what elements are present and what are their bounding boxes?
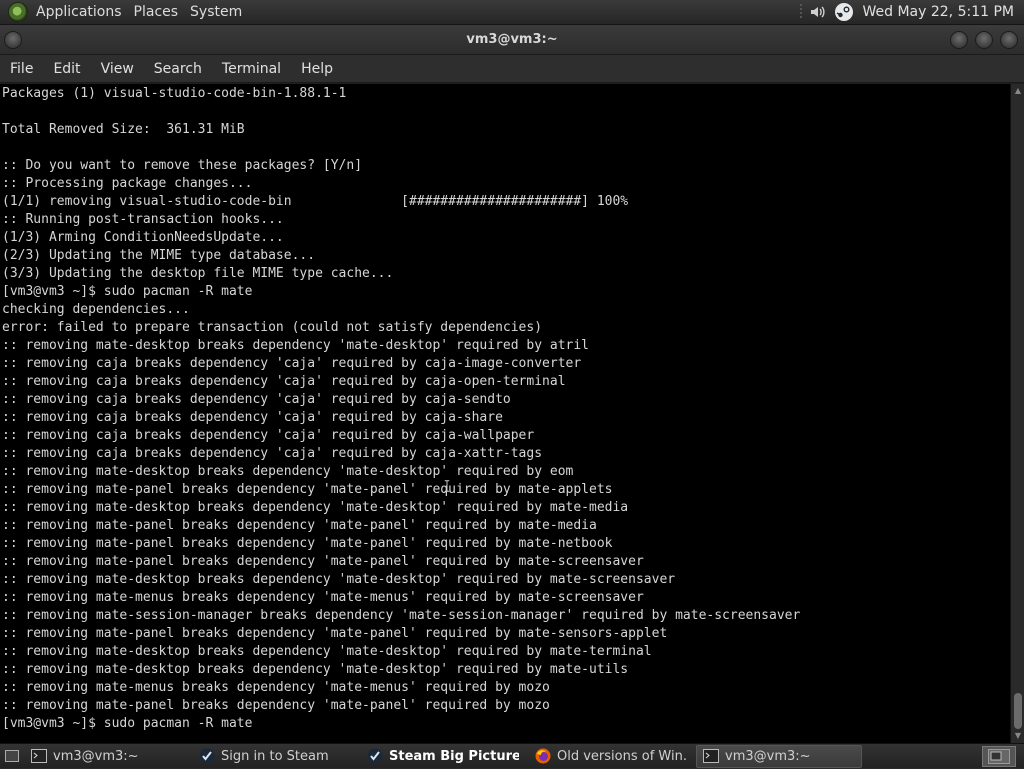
- terminal-line: (2/3) Updating the MIME type database...: [2, 247, 1010, 265]
- terminal-line: (1/1) removing visual-studio-code-bin [#…: [2, 193, 1010, 211]
- terminal-line: :: removing mate-panel breaks dependency…: [2, 535, 1010, 553]
- mate-logo-icon[interactable]: [8, 2, 28, 22]
- close-button[interactable]: [1000, 31, 1018, 49]
- task-steam-signin[interactable]: Sign in to Steam: [192, 745, 358, 768]
- terminal-line: [2, 139, 1010, 157]
- terminal-line: :: removing mate-desktop breaks dependen…: [2, 499, 1010, 517]
- task-label: Old versions of Win...: [557, 749, 687, 764]
- terminal-line: [2, 103, 1010, 121]
- menu-edit[interactable]: Edit: [43, 55, 90, 83]
- terminal-icon: [703, 748, 719, 764]
- clock[interactable]: Wed May 22, 5:11 PM: [857, 4, 1024, 20]
- scroll-down-icon[interactable]: ▼: [1013, 731, 1023, 741]
- terminal-output[interactable]: Packages (1) visual-studio-code-bin-1.88…: [0, 84, 1010, 743]
- terminal-line: error: failed to prepare transaction (co…: [2, 319, 1010, 337]
- terminal-line: :: removing mate-session-manager breaks …: [2, 607, 1010, 625]
- task-label: Steam Big Picture ...: [389, 749, 519, 764]
- terminal-window: vm3@vm3:~ File Edit View Search Terminal…: [0, 25, 1024, 743]
- places-menu[interactable]: Places: [130, 0, 187, 25]
- text-cursor-icon: [444, 478, 450, 494]
- menubar: File Edit View Search Terminal Help: [0, 55, 1024, 83]
- volume-icon[interactable]: [808, 2, 828, 22]
- terminal-line: :: removing mate-desktop breaks dependen…: [2, 337, 1010, 355]
- system-tray: Wed May 22, 5:11 PM: [797, 0, 1024, 25]
- task-label: vm3@vm3:~: [53, 749, 139, 764]
- scrollbar-thumb[interactable]: [1014, 693, 1022, 729]
- system-menu[interactable]: System: [186, 0, 250, 25]
- top-panel: Applications Places System Wed May 22, 5…: [0, 0, 1024, 25]
- terminal-line: :: Processing package changes...: [2, 175, 1010, 193]
- terminal-line: :: removing mate-panel breaks dependency…: [2, 517, 1010, 535]
- terminal-line: :: removing mate-desktop breaks dependen…: [2, 463, 1010, 481]
- terminal-line: :: removing mate-menus breaks dependency…: [2, 679, 1010, 697]
- menu-view[interactable]: View: [91, 55, 144, 83]
- maximize-button[interactable]: [975, 31, 993, 49]
- menu-file[interactable]: File: [0, 55, 43, 83]
- terminal-line: [vm3@vm3 ~]$ sudo pacman -R mate: [2, 715, 1010, 733]
- terminal-line: :: Do you want to remove these packages?…: [2, 157, 1010, 175]
- terminal-line: (3/3) Updating the desktop file MIME typ…: [2, 265, 1010, 283]
- task-firefox[interactable]: Old versions of Win...: [528, 745, 694, 768]
- terminal-line: :: removing caja breaks dependency 'caja…: [2, 409, 1010, 427]
- terminal-line: :: removing mate-desktop breaks dependen…: [2, 643, 1010, 661]
- steam-icon: [199, 748, 215, 764]
- terminal-line: :: removing mate-panel breaks dependency…: [2, 553, 1010, 571]
- terminal-line: :: removing mate-panel breaks dependency…: [2, 625, 1010, 643]
- task-terminal-2[interactable]: vm3@vm3:~: [696, 745, 862, 768]
- tray-separator: [800, 4, 802, 20]
- terminal-line: :: removing mate-panel breaks dependency…: [2, 481, 1010, 499]
- show-desktop-icon: [5, 750, 19, 762]
- workspace-icon: [988, 749, 1010, 764]
- steam-tray-icon[interactable]: [834, 2, 854, 22]
- terminal-line: Total Removed Size: 361.31 MiB: [2, 121, 1010, 139]
- terminal-line: [vm3@vm3 ~]$ sudo pacman -R mate: [2, 283, 1010, 301]
- terminal-line: :: removing caja breaks dependency 'caja…: [2, 391, 1010, 409]
- menu-help[interactable]: Help: [291, 55, 343, 83]
- terminal-line: :: removing caja breaks dependency 'caja…: [2, 373, 1010, 391]
- workspace-switcher[interactable]: [982, 746, 1016, 767]
- terminal-line: :: removing mate-panel breaks dependency…: [2, 697, 1010, 715]
- menu-terminal[interactable]: Terminal: [212, 55, 291, 83]
- applications-menu[interactable]: Applications: [32, 0, 130, 25]
- terminal-line: (1/3) Arming ConditionNeedsUpdate...: [2, 229, 1010, 247]
- minimize-button[interactable]: [950, 31, 968, 49]
- terminal-line: :: removing mate-desktop breaks dependen…: [2, 661, 1010, 679]
- firefox-icon: [535, 748, 551, 764]
- terminal-scrollbar[interactable]: ▲ ▼: [1010, 84, 1024, 743]
- scroll-up-icon[interactable]: ▲: [1013, 86, 1023, 96]
- task-label: vm3@vm3:~: [725, 749, 811, 764]
- bottom-panel: vm3@vm3:~ Sign in to Steam Steam Big Pic…: [0, 743, 1024, 768]
- terminal-line: :: removing caja breaks dependency 'caja…: [2, 445, 1010, 463]
- terminal-icon: [31, 748, 47, 764]
- terminal-line: Packages (1) visual-studio-code-bin-1.88…: [2, 85, 1010, 103]
- terminal-line: :: Running post-transaction hooks...: [2, 211, 1010, 229]
- steam-icon: [367, 748, 383, 764]
- task-label: Sign in to Steam: [221, 749, 329, 764]
- terminal-line: :: removing caja breaks dependency 'caja…: [2, 427, 1010, 445]
- task-terminal-1[interactable]: vm3@vm3:~: [24, 745, 190, 768]
- terminal-line: :: removing mate-menus breaks dependency…: [2, 589, 1010, 607]
- window-titlebar[interactable]: vm3@vm3:~: [0, 25, 1024, 55]
- terminal-line: :: removing mate-desktop breaks dependen…: [2, 571, 1010, 589]
- menu-search[interactable]: Search: [144, 55, 212, 83]
- terminal-line: checking dependencies...: [2, 301, 1010, 319]
- window-title: vm3@vm3:~: [0, 32, 1024, 47]
- task-steam-big-picture[interactable]: Steam Big Picture ...: [360, 745, 526, 768]
- show-desktop-button[interactable]: [0, 744, 24, 769]
- terminal-line: :: removing caja breaks dependency 'caja…: [2, 355, 1010, 373]
